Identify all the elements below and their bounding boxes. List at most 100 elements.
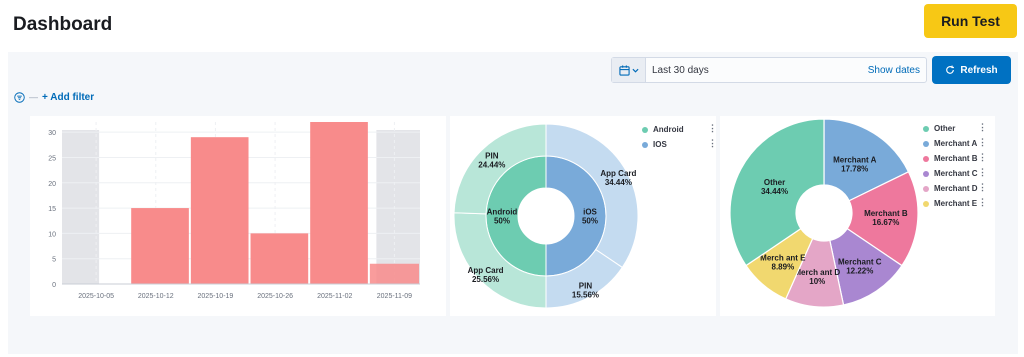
merchant-slice-label-line: Merchant A: [833, 155, 876, 164]
legend-item[interactable]: Merchant D ⋮: [923, 181, 987, 196]
bar: [250, 233, 309, 284]
legend-label: Merchant E: [934, 199, 978, 208]
legend-swatch: [923, 200, 929, 207]
chevron-down-icon: [631, 68, 639, 73]
merchant-slice-label-line: Other: [764, 178, 785, 187]
x-tick-label: 2025-10-05: [78, 293, 114, 300]
legend-swatch: [642, 141, 648, 148]
outer-ring-label-line: 15.56%: [572, 291, 599, 300]
outer-ring-label-line: PIN: [485, 151, 499, 160]
legend-swatch: [923, 170, 929, 177]
bar: [369, 263, 419, 284]
outer-ring-label: App Card 34.44%: [600, 169, 636, 187]
more-options-icon[interactable]: ⋮: [978, 183, 987, 192]
x-tick-label: 2025-11-02: [317, 293, 352, 300]
merchant-slice-label-line: Merch ant E: [760, 254, 806, 263]
page-title: Dashboard: [13, 14, 113, 35]
bar: [310, 122, 368, 284]
filter-bar: — + Add filter: [14, 90, 94, 104]
merchant-slice-label-line: 10%: [809, 277, 825, 286]
donut-hole: [519, 189, 573, 243]
outer-ring-label: App Card 25.56%: [468, 266, 504, 284]
legend-label: Merchant C: [934, 169, 978, 178]
date-picker[interactable]: Last 30 days Show dates: [611, 57, 927, 83]
partial-period-shade-start: [62, 130, 100, 284]
partial-period-shade-end: [376, 130, 420, 284]
bar: [190, 137, 249, 284]
legend-label: Android: [653, 125, 684, 134]
y-tick-label: 20: [48, 181, 56, 188]
merchant-slice-label-line: 12.22%: [846, 267, 873, 276]
legend-swatch: [642, 126, 648, 133]
run-test-button[interactable]: Run Test: [924, 4, 1017, 38]
legend-item[interactable]: Merchant B ⋮: [923, 151, 987, 166]
legend-label: Merchant D: [934, 184, 978, 193]
merchant-slice-label-line: Merchant B: [864, 209, 908, 218]
inner-ring-label-line: Android: [487, 208, 518, 217]
y-tick-label: 5: [52, 257, 56, 264]
outer-ring-label-line: App Card: [600, 169, 636, 178]
legend-item[interactable]: Other ⋮: [923, 121, 987, 136]
x-tick-label: 2025-10-26: [257, 293, 293, 300]
merchant-slice-label: Other 34.44%: [761, 178, 788, 196]
legend-label: Other: [934, 124, 956, 133]
platform-legend: Android ⋮ IOS ⋮: [642, 122, 717, 152]
more-options-icon[interactable]: ⋮: [978, 168, 987, 177]
y-tick-label: 0: [52, 282, 56, 289]
inner-ring-label-line: 50%: [582, 217, 598, 226]
y-tick-label: 10: [48, 231, 56, 238]
outer-ring-label-line: 25.56%: [472, 275, 499, 284]
y-tick-label: 30: [48, 130, 56, 137]
outer-ring-label-line: 24.44%: [478, 160, 505, 169]
more-options-icon[interactable]: ⋮: [708, 139, 717, 148]
merchant-donut-card: Merchant A 17.78% Merchant B 16.67% Merchant…: [720, 116, 995, 316]
platform-sunburst-card: iOS 50% Android 50% App Card 34.44% PIN 15.56% A…: [450, 116, 717, 316]
legend-item[interactable]: Merchant C ⋮: [923, 166, 987, 181]
bar-chart-card: 0 5 10 15 20 25 30 2025-10-05 2025-10-12 2025-10-…: [30, 116, 446, 316]
filter-separator: —: [29, 92, 38, 102]
merchant-slice-label-line: 8.89%: [772, 263, 795, 272]
inner-ring-label: iOS 50%: [582, 208, 598, 226]
y-tick-label: 15: [48, 206, 56, 213]
legend-label: Merchant A: [934, 139, 978, 148]
refresh-label: Refresh: [960, 64, 998, 76]
filter-icon[interactable]: [14, 91, 25, 103]
calendar-icon: [618, 64, 630, 76]
merchant-slice-label-line: 16.67%: [872, 218, 899, 227]
merchant-slice-label-line: 34.44%: [761, 187, 788, 196]
legend-label: IOS: [653, 140, 667, 149]
legend-item[interactable]: Merchant E ⋮: [923, 196, 987, 211]
x-tick-label: 2025-10-12: [138, 293, 174, 300]
refresh-button[interactable]: Refresh: [932, 56, 1011, 84]
legend-item[interactable]: IOS ⋮: [642, 137, 717, 152]
y-tick-label: 25: [48, 155, 56, 162]
legend-swatch: [923, 185, 929, 192]
date-range-value: Last 30 days: [652, 64, 709, 76]
inner-ring-label-line: 50%: [494, 217, 510, 226]
show-dates-link[interactable]: Show dates: [868, 65, 926, 76]
add-filter-button[interactable]: + Add filter: [42, 92, 94, 103]
legend-swatch: [923, 140, 929, 147]
x-tick-label: 2025-11-09: [377, 293, 412, 300]
legend-swatch: [923, 125, 929, 132]
legend-item[interactable]: Android ⋮: [642, 122, 717, 137]
merchant-slice-label-line: 17.78%: [841, 164, 868, 173]
merchant-slice-label-line: Merch ant D: [794, 268, 840, 277]
more-options-icon[interactable]: ⋮: [978, 123, 987, 132]
legend-item[interactable]: Merchant A ⋮: [923, 136, 987, 151]
bar: [131, 208, 189, 284]
more-options-icon[interactable]: ⋮: [978, 138, 987, 147]
weekly-bar-chart: 0 5 10 15 20 25 30 2025-10-05 2025-10-12 2025-10-…: [48, 122, 420, 300]
more-options-icon[interactable]: ⋮: [978, 153, 987, 162]
refresh-icon: [946, 65, 955, 74]
x-tick-label: 2025-10-19: [198, 293, 234, 300]
more-options-icon[interactable]: ⋮: [978, 198, 987, 207]
merchant-slice-label-line: Merchant C: [838, 258, 882, 267]
merchant-legend: Other ⋮ Merchant A ⋮ Merchant B ⋮ Merchant C ⋮ M…: [923, 121, 987, 211]
outer-ring-label-line: 34.44%: [605, 178, 632, 187]
legend-swatch: [923, 155, 929, 162]
more-options-icon[interactable]: ⋮: [708, 124, 717, 133]
outer-ring-label-line: PIN: [579, 282, 593, 291]
calendar-toggle[interactable]: [612, 58, 646, 82]
inner-ring-label-line: iOS: [583, 208, 597, 217]
